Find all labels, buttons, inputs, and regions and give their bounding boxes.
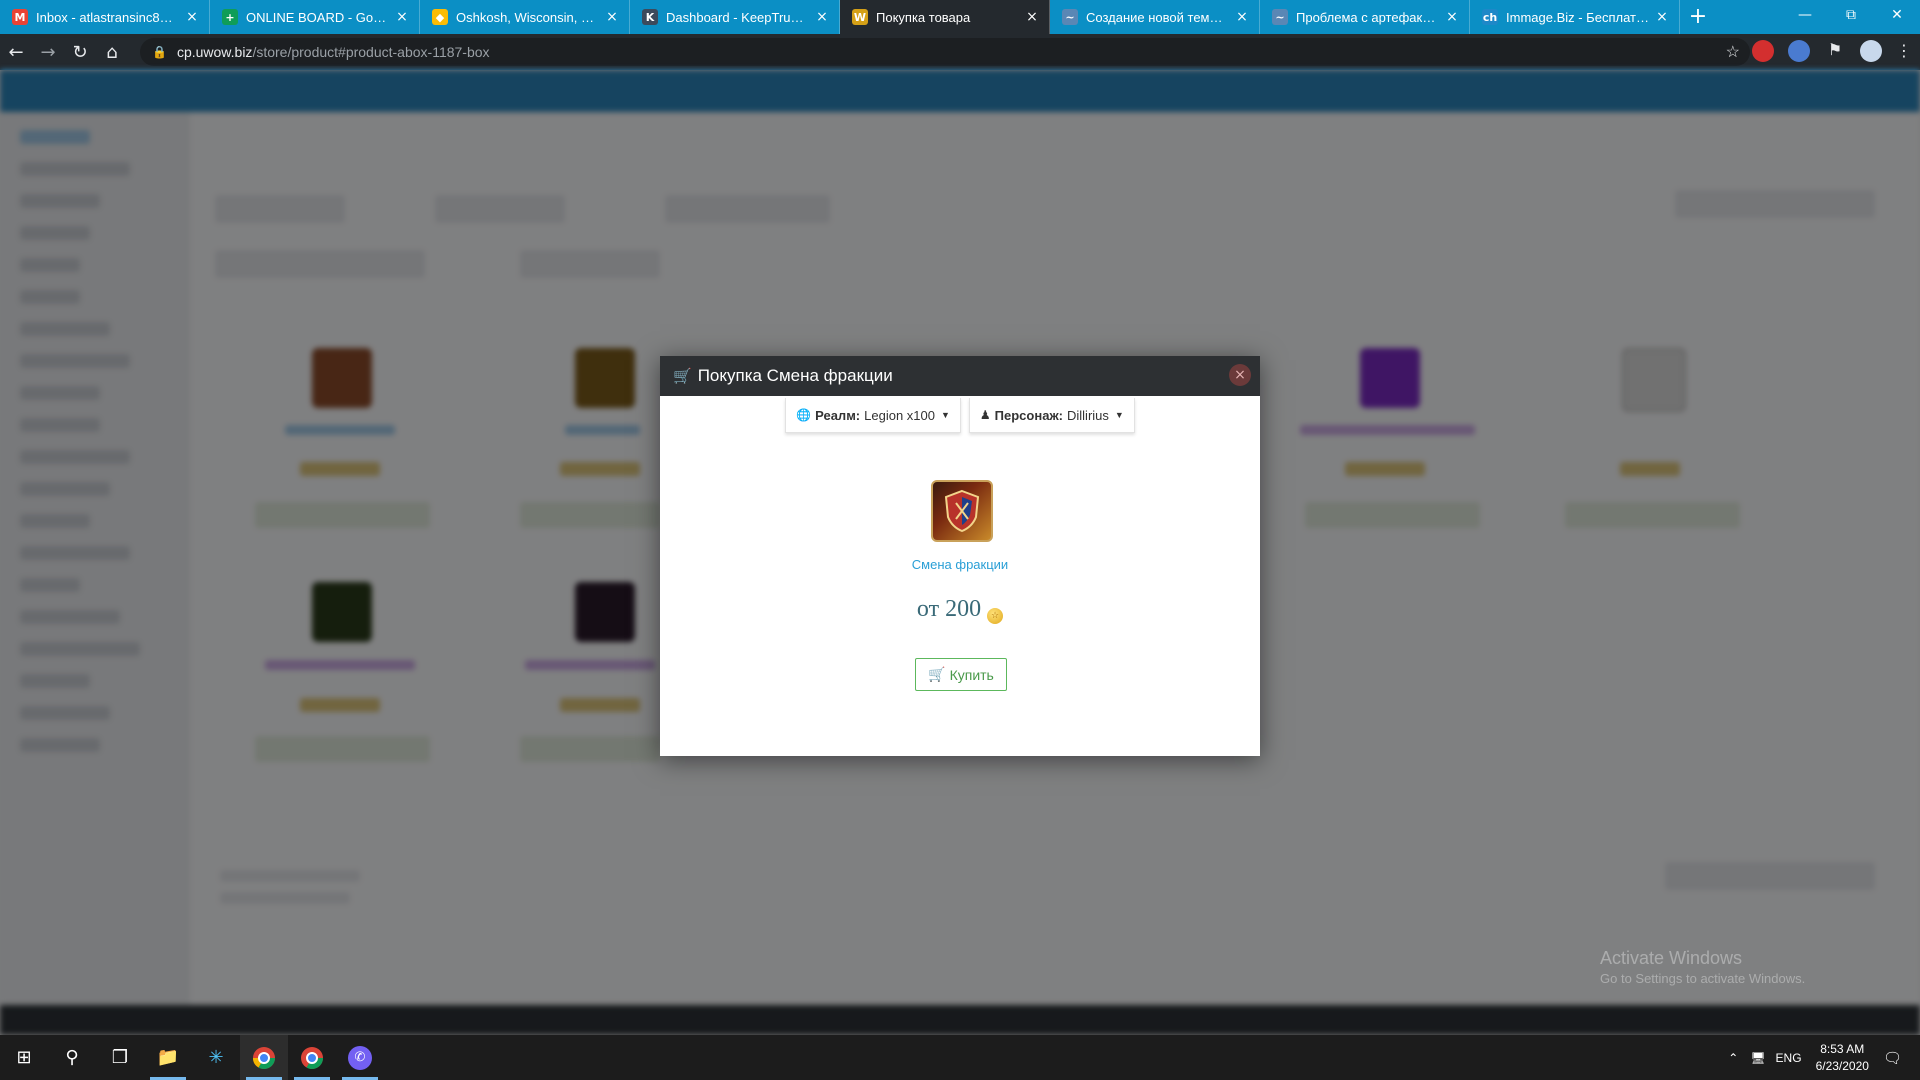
tab-favicon-icon: + [222, 9, 238, 25]
chrome-icon[interactable] [240, 1035, 288, 1080]
back-icon[interactable]: ← [0, 42, 32, 63]
extension-circle-icon[interactable] [1788, 40, 1810, 62]
tab-title: Inbox - atlastransinc87@gmail.com [36, 9, 179, 25]
forward-icon[interactable]: → [32, 42, 64, 63]
watermark-line1: Activate Windows [1600, 948, 1743, 968]
tab-favicon-icon: K [642, 9, 658, 25]
extensions-puzzle-icon[interactable]: ⚑ [1824, 40, 1846, 62]
modal-close-button[interactable]: × [1229, 364, 1251, 386]
notification-icon[interactable]: 🗨 [1883, 1049, 1902, 1067]
address-bar[interactable]: 🔒 cp.uwow.biz/store/product#product-abox… [140, 38, 1750, 66]
system-tray: ⌃ 🖥 ENG 8:53 AM 6/23/2020 🗨 [1728, 1035, 1920, 1080]
cart-icon: 🛒 [673, 368, 692, 385]
modal-title: Покупка Смена фракции [697, 366, 893, 385]
windows-activation-watermark: Activate Windows Go to Settings to activ… [1600, 948, 1805, 986]
browser-tab[interactable]: K Dashboard - KeepTruckin × [630, 0, 840, 34]
globe-icon: 🌐 [796, 408, 812, 422]
tab-favicon-icon: ch [1482, 9, 1498, 25]
tab-favicon-icon: ~ [1272, 9, 1288, 25]
character-value: Dillirius [1067, 407, 1109, 423]
chevron-down-icon: ▼ [1114, 410, 1124, 420]
purchase-modal: 🛒 Покупка Смена фракции × 🌐 Реалм: Legio… [660, 356, 1260, 756]
menu-dots-icon[interactable]: ⋮ [1896, 40, 1912, 62]
tab-title: Dashboard - KeepTruckin [666, 9, 809, 25]
tab-title: Oshkosh, Wisconsin, USA to ... [456, 9, 599, 25]
profile-avatar[interactable] [1860, 40, 1882, 62]
reload-icon[interactable]: ↻ [64, 42, 96, 63]
tab-favicon-icon: W [852, 9, 868, 25]
clock-date: 6/23/2020 [1815, 1058, 1869, 1073]
character-dropdown[interactable]: ♟ Персонаж: Dillirius ▼ [968, 398, 1135, 433]
extension-adblock-icon[interactable] [1752, 40, 1774, 62]
browser-tab[interactable]: W Покупка товара × [840, 0, 1050, 34]
tab-close-icon[interactable]: × [1655, 9, 1669, 25]
home-icon[interactable]: ⌂ [96, 42, 128, 63]
tab-title: ONLINE BOARD - Google Sheets [246, 9, 389, 25]
tab-close-icon[interactable]: × [185, 9, 199, 25]
viber-icon[interactable]: ✆ [336, 1035, 384, 1080]
tab-favicon-icon: ◆ [432, 9, 448, 25]
network-icon[interactable]: 🖥 [1750, 1051, 1765, 1065]
chevron-down-icon: ▼ [940, 410, 950, 420]
tab-close-icon[interactable]: × [815, 9, 829, 25]
browser-tab[interactable]: ch Immage.Biz - Бесплатный ... × [1470, 0, 1680, 34]
language-indicator[interactable]: ENG [1776, 1051, 1802, 1065]
browser-tab[interactable]: M Inbox - atlastransinc87@gmail.com × [0, 0, 210, 34]
browser-tab[interactable]: + ONLINE BOARD - Google Sheets × [210, 0, 420, 34]
tab-close-icon[interactable]: × [1235, 9, 1249, 25]
windows-start-icon[interactable]: ⊞ [0, 1035, 48, 1080]
realm-label: Реалм: [815, 407, 861, 423]
browser-toolbar: ← → ↻ ⌂ 🔒 cp.uwow.biz/store/product#prod… [0, 34, 1920, 70]
tab-close-icon[interactable]: × [605, 9, 619, 25]
modal-header: 🛒 Покупка Смена фракции [660, 356, 1260, 396]
tab-favicon-icon: M [12, 9, 28, 25]
window-controls: — ⧉ ✕ [1782, 0, 1920, 34]
browser-tab[interactable]: ◆ Oshkosh, Wisconsin, USA to ... × [420, 0, 630, 34]
coin-icon: ☆ [987, 608, 1004, 624]
product-price: от 200 ☆ [660, 596, 1260, 624]
minimize-icon[interactable]: — [1782, 0, 1828, 34]
extensions-area: ⚑ ⋮ [1752, 40, 1912, 62]
chevron-up-icon[interactable]: ⌃ [1728, 1051, 1738, 1065]
browser-tab-strip: M Inbox - atlastransinc87@gmail.com × + ONLI… [0, 0, 1920, 34]
tab-title: Создание новой темы - Форум [1086, 9, 1229, 25]
lock-icon: 🔒 [152, 45, 167, 59]
task-view-icon[interactable]: ❐ [96, 1035, 144, 1080]
buy-button[interactable]: 🛒 Купить [915, 658, 1007, 691]
tab-title: Проблема с артефактом и ... [1296, 9, 1439, 25]
price-prefix: от [916, 596, 940, 622]
search-icon[interactable]: ⚲ [48, 1035, 96, 1080]
tab-favicon-icon: ~ [1062, 9, 1078, 25]
new-tab-button[interactable]: + [1680, 0, 1716, 34]
restore-icon[interactable]: ⧉ [1828, 0, 1874, 34]
faction-change-icon [931, 480, 993, 542]
character-label: Персонаж: [994, 407, 1063, 423]
person-icon: ♟ [979, 408, 991, 422]
tab-close-icon[interactable]: × [395, 9, 409, 25]
url-host: cp.uwow.biz [176, 44, 253, 60]
watermark-line2: Go to Settings to activate Windows. [1600, 971, 1806, 986]
windows-taskbar: ⊞ ⚲ ❐ 📁 ✳ ✆ ⌃ 🖥 ENG 8:53 AM 6/23/2020 🗨 [0, 1035, 1920, 1080]
realm-dropdown[interactable]: 🌐 Реалм: Legion x100 ▼ [785, 398, 961, 433]
tab-close-icon[interactable]: × [1445, 9, 1459, 25]
product-name[interactable]: Смена фракции [660, 557, 1260, 572]
price-value: 200 [945, 596, 982, 622]
clock[interactable]: 8:53 AM 6/23/2020 [1816, 1041, 1869, 1075]
close-window-icon[interactable]: ✕ [1874, 0, 1920, 34]
file-explorer-icon[interactable]: 📁 [144, 1035, 192, 1080]
browser-tab[interactable]: ~ Создание новой темы - Форум × [1050, 0, 1260, 34]
buy-label: Купить [949, 666, 994, 683]
browser-tab[interactable]: ~ Проблема с артефактом и ... × [1260, 0, 1470, 34]
tab-title: Покупка товара [876, 9, 971, 25]
clock-time: 8:53 AM [1820, 1041, 1865, 1056]
purchase-selectors: 🌐 Реалм: Legion x100 ▼ ♟ Персонаж: Dilli… [660, 398, 1260, 433]
bookmark-star-icon[interactable]: ☆ [1726, 42, 1740, 62]
tab-title: Immage.Biz - Бесплатный ... [1506, 9, 1649, 25]
tab-close-icon[interactable]: × [1025, 9, 1039, 25]
cart-icon: 🛒 [928, 666, 946, 682]
realm-value: Legion x100 [864, 407, 935, 423]
url-path: /store/product#product-abox-1187-box [252, 44, 490, 60]
chrome-profile-icon[interactable] [288, 1035, 336, 1080]
app-star-icon[interactable]: ✳ [192, 1035, 240, 1080]
